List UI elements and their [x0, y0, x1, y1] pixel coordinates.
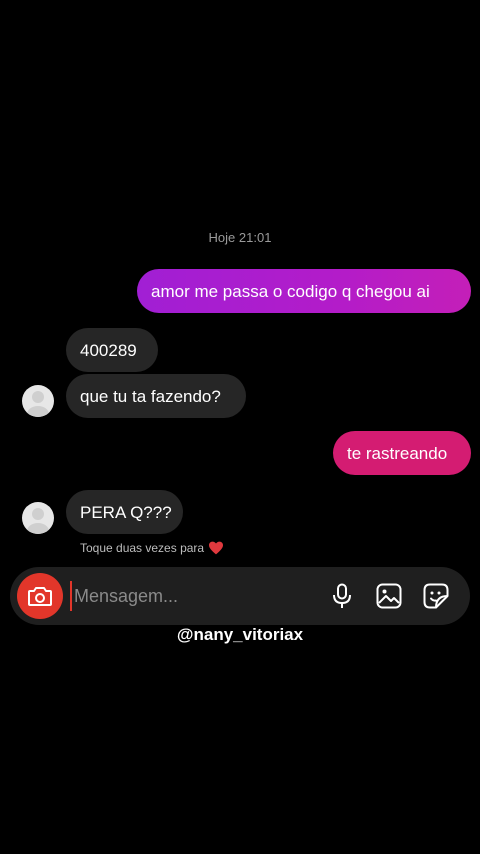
- sticker-icon: [423, 583, 449, 609]
- chat-timestamp: Hoje 21:01: [208, 230, 272, 245]
- avatar-placeholder-icon: [27, 391, 49, 417]
- sent-message-bubble[interactable]: te rastreando: [333, 431, 471, 475]
- gallery-button[interactable]: [375, 582, 403, 610]
- received-message-bubble[interactable]: que tu ta fazendo?: [66, 374, 246, 418]
- message-text: amor me passa o codigo q chegou ai: [151, 281, 430, 301]
- message-input[interactable]: [70, 581, 314, 611]
- sender-avatar[interactable]: [22, 502, 54, 534]
- double-tap-hint: Toque duas vezes para: [80, 541, 224, 555]
- camera-icon: [28, 587, 52, 606]
- received-message-bubble[interactable]: PERA Q???: [66, 490, 183, 534]
- sticker-button[interactable]: [422, 582, 450, 610]
- sender-avatar[interactable]: [22, 385, 54, 417]
- gallery-icon: [376, 583, 402, 609]
- microphone-button[interactable]: [328, 582, 356, 610]
- hint-text: Toque duas vezes para: [80, 541, 205, 555]
- camera-button[interactable]: [17, 573, 63, 619]
- received-message-bubble[interactable]: 400289: [66, 328, 158, 372]
- message-composer: [10, 567, 470, 625]
- message-text: te rastreando: [347, 443, 448, 463]
- microphone-icon: [333, 583, 351, 608]
- avatar-placeholder-icon: [27, 508, 49, 534]
- watermark-handle: @nany_vitoriax: [176, 625, 304, 644]
- message-text: 400289: [80, 340, 137, 360]
- heart-icon: [209, 541, 224, 555]
- message-text: que tu ta fazendo?: [80, 386, 221, 406]
- message-text: PERA Q???: [80, 502, 172, 522]
- sent-message-bubble[interactable]: amor me passa o codigo q chegou ai: [137, 269, 471, 313]
